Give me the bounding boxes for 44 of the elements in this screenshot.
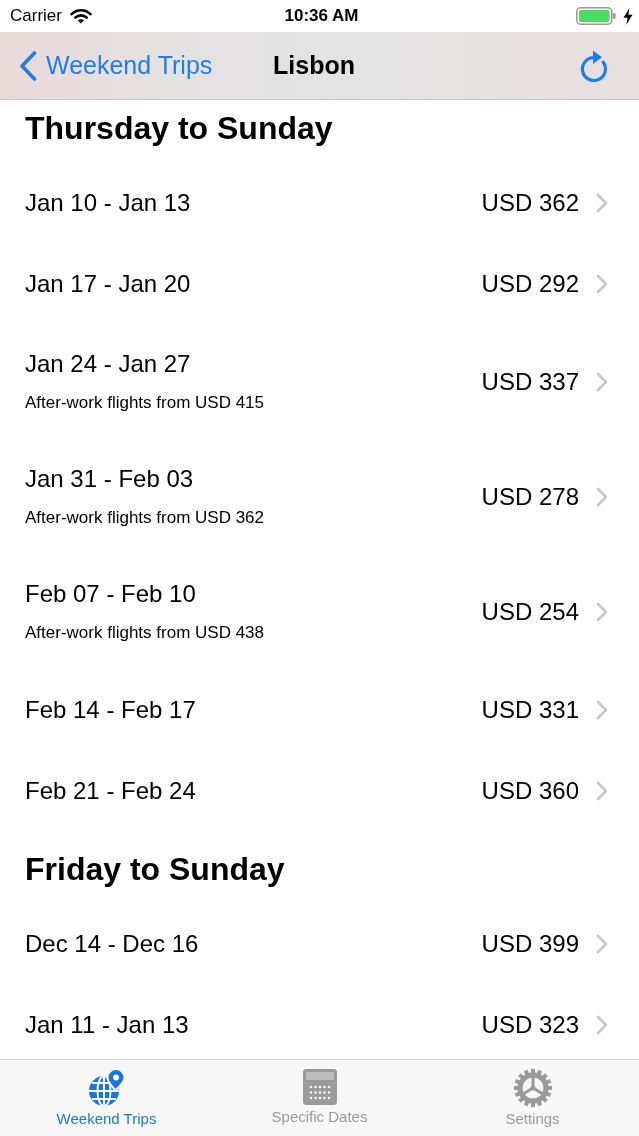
price-label: USD 254	[481, 597, 579, 626]
chevron-right-icon[interactable]	[596, 193, 608, 213]
date-range[interactable]: Feb 07 - Feb 10	[25, 580, 196, 608]
date-range[interactable]: Dec 14 - Dec 16	[25, 930, 199, 958]
after-work-note: After-work flights from USD 415	[25, 393, 264, 413]
tab-item[interactable]: Weekend Trips	[0, 1060, 213, 1127]
date-range[interactable]: Feb 14 - Feb 17	[25, 696, 196, 724]
section-header: Thursday to Sunday	[25, 110, 333, 146]
wifi-icon	[69, 8, 92, 24]
gear-icon	[512, 1068, 553, 1108]
chevron-right-icon[interactable]	[596, 1015, 608, 1035]
chevron-right-icon[interactable]	[596, 486, 608, 507]
price-label: USD 323	[481, 1011, 579, 1039]
price-label: USD 360	[481, 777, 579, 805]
after-work-note: After-work flights from USD 362	[25, 508, 264, 528]
clock-time: 10:36 AM	[284, 6, 359, 25]
price-label: USD 331	[481, 696, 579, 724]
price-label: USD 278	[481, 482, 579, 511]
after-work-note: After-work flights from USD 438	[25, 623, 264, 643]
chevron-right-icon[interactable]	[596, 371, 608, 392]
chevron-right-icon[interactable]	[596, 700, 608, 720]
price-label: USD 337	[481, 367, 579, 396]
charging-bolt-icon	[623, 7, 633, 25]
date-range[interactable]: Feb 21 - Feb 24	[25, 777, 196, 805]
date-range[interactable]: Jan 17 - Jan 20	[25, 270, 191, 298]
section-header: Friday to Sunday	[25, 851, 285, 887]
chevron-right-icon[interactable]	[596, 601, 608, 622]
price-label: USD 362	[481, 189, 579, 217]
refresh-icon[interactable]	[579, 49, 609, 82]
price-label: USD 292	[481, 270, 579, 298]
chevron-left-icon	[19, 50, 37, 81]
date-range[interactable]: Jan 24 - Jan 27	[25, 350, 191, 378]
date-range[interactable]: Jan 31 - Feb 03	[25, 465, 194, 493]
battery-icon	[576, 7, 616, 25]
date-range[interactable]: Jan 10 - Jan 13	[25, 189, 191, 217]
screen-title: Lisbon	[273, 51, 355, 79]
globe-pin-icon	[86, 1068, 127, 1108]
date-range[interactable]: Jan 11 - Jan 13	[25, 1011, 189, 1039]
chevron-right-icon[interactable]	[596, 781, 608, 801]
carrier-name: Carrier	[10, 6, 62, 26]
chevron-right-icon[interactable]	[596, 274, 608, 294]
price-label: USD 399	[481, 930, 579, 958]
calculator-icon	[301, 1068, 338, 1106]
chevron-right-icon[interactable]	[596, 934, 608, 954]
